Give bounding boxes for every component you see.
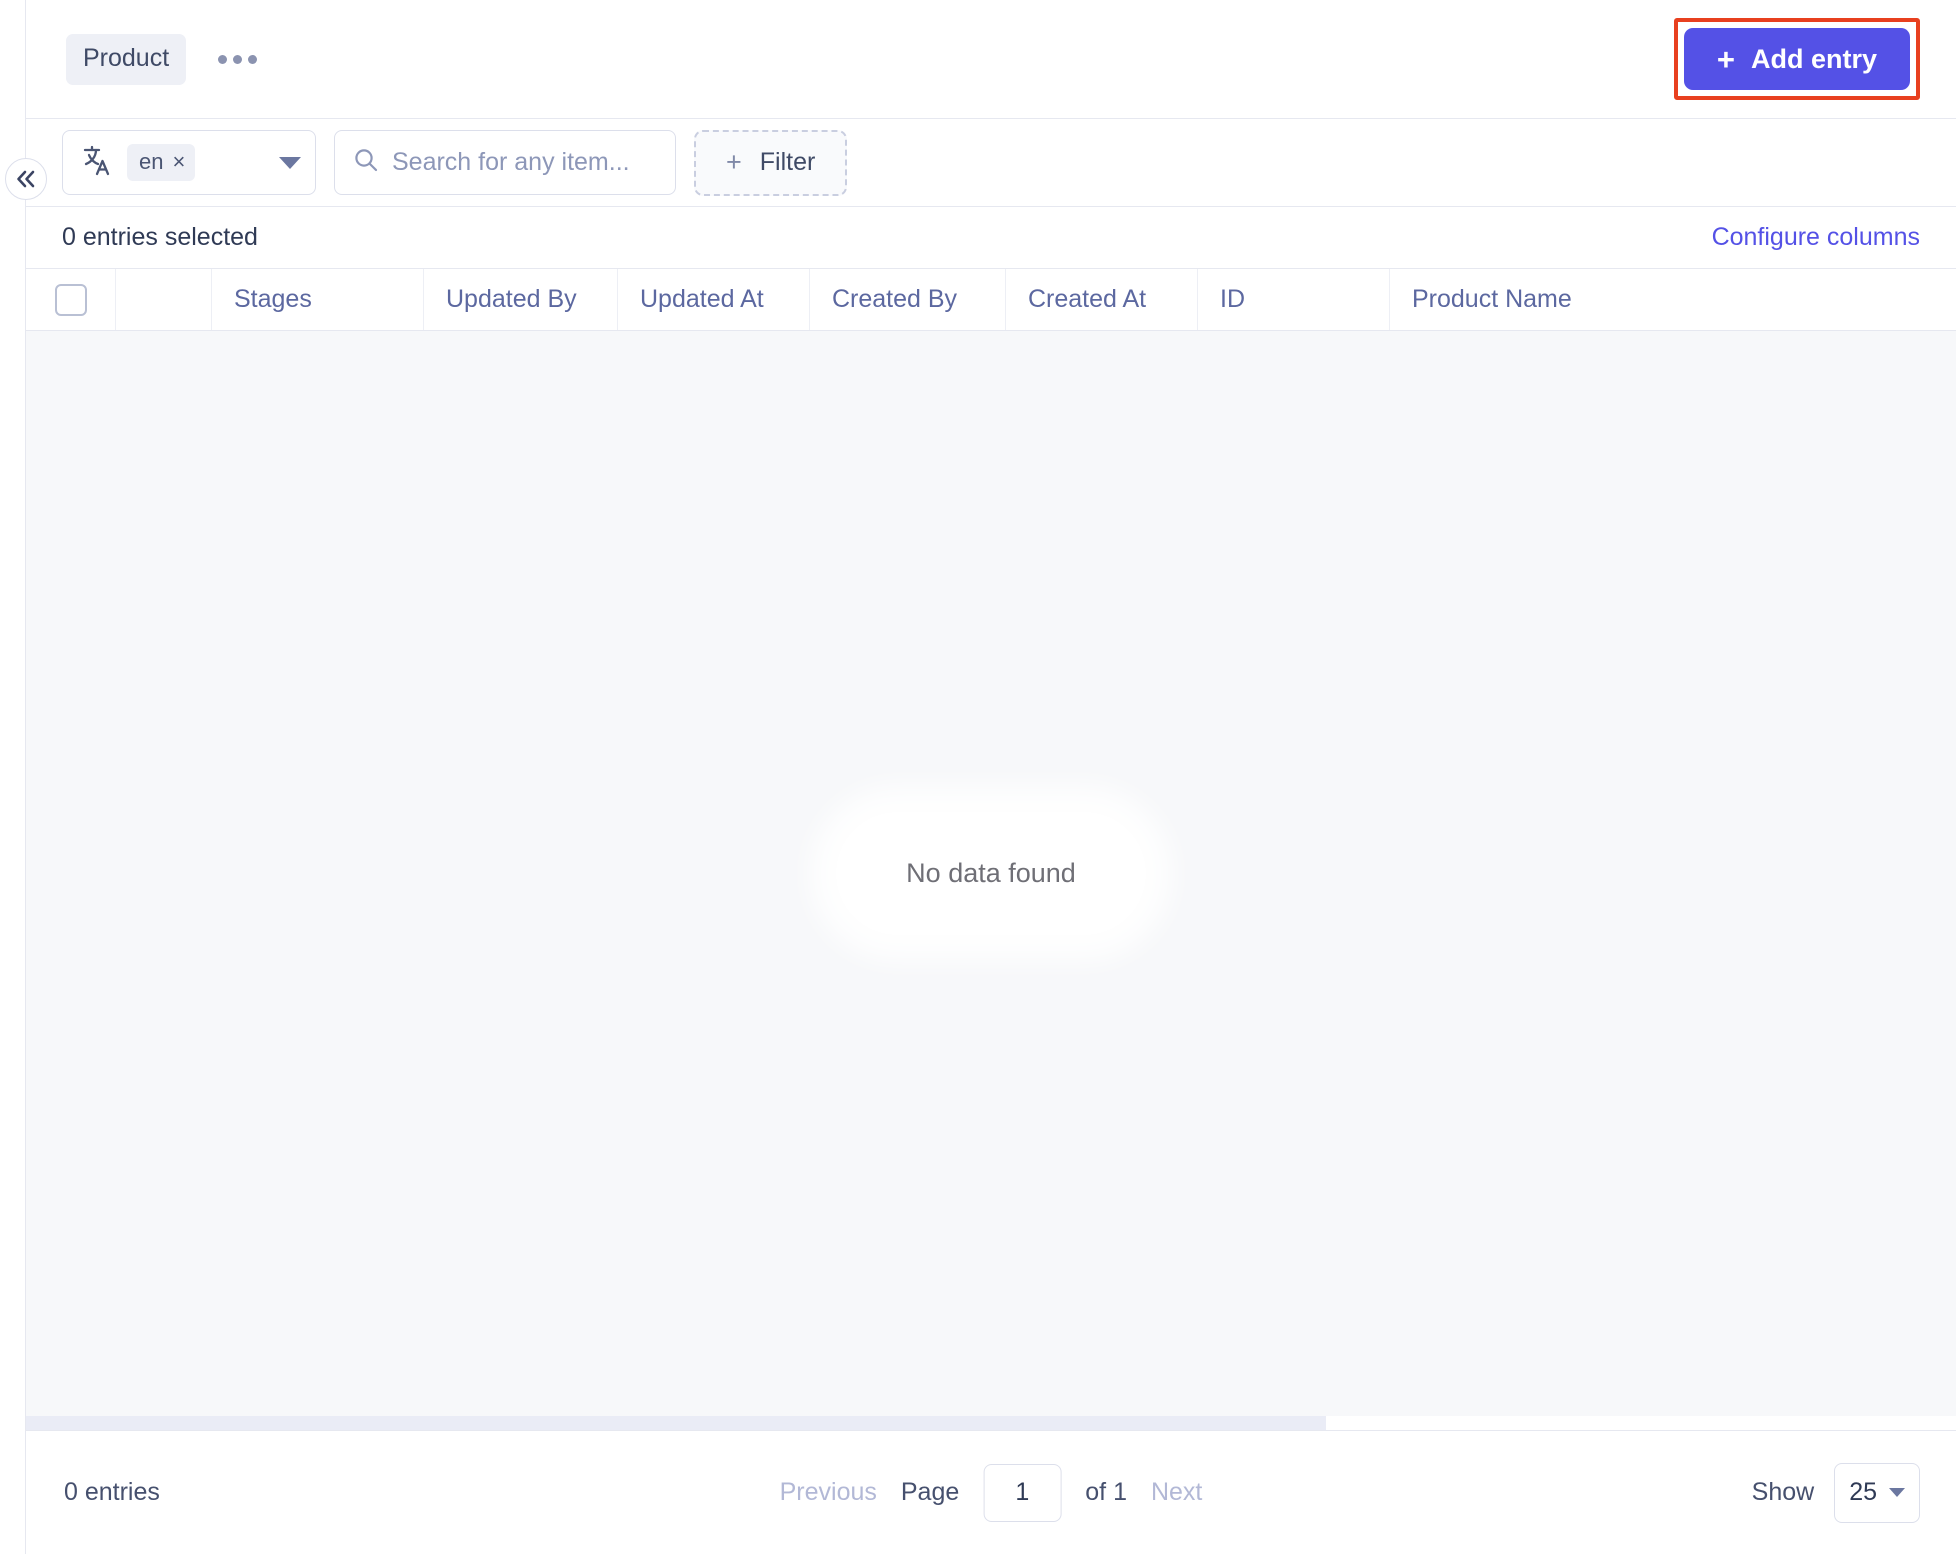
chevron-down-icon[interactable] xyxy=(279,156,301,169)
empty-state-message: No data found xyxy=(836,812,1146,935)
page-size-value: 25 xyxy=(1849,1478,1877,1506)
entries-selected-label: 0 entries selected xyxy=(62,223,258,251)
search-input[interactable] xyxy=(392,148,657,177)
filter-label: Filter xyxy=(759,148,816,176)
table-header-created-at[interactable]: Created At xyxy=(1006,269,1198,330)
ellipsis-dot xyxy=(233,54,243,64)
table-header-select-all[interactable] xyxy=(26,269,116,330)
page-size-select[interactable]: 25 xyxy=(1834,1462,1920,1523)
entry-manager-page: Product + Add entry en × Search for any … xyxy=(0,0,1956,1554)
page-header: Product + Add entry xyxy=(26,0,1956,119)
selection-bar: 0 entries selected Configure columns xyxy=(26,207,1956,268)
horizontal-scrollbar[interactable] xyxy=(26,1416,1956,1430)
table-header-id[interactable]: ID xyxy=(1198,269,1390,330)
translate-icon xyxy=(81,143,115,182)
close-icon[interactable]: × xyxy=(172,151,185,173)
add-entry-label: Add entry xyxy=(1750,43,1877,74)
add-entry-button[interactable]: + Add entry xyxy=(1683,28,1910,90)
ellipsis-dot xyxy=(218,54,228,64)
filters-toolbar: en × + Filter xyxy=(26,119,1956,207)
page-size-group: Show 25 xyxy=(1751,1462,1920,1523)
table-header-product-name[interactable]: Product Name xyxy=(1390,269,1650,330)
previous-page-button[interactable]: Previous xyxy=(780,1478,877,1507)
ellipsis-icon[interactable] xyxy=(212,45,263,74)
header-actions: + Add entry xyxy=(1673,18,1920,100)
page-label: Page xyxy=(900,1478,960,1506)
entries-total-label: 0 entries xyxy=(64,1478,160,1506)
sidebar-divider xyxy=(25,0,26,1554)
next-page-button[interactable]: Next xyxy=(1151,1478,1202,1507)
locale-chip-label: en xyxy=(139,149,164,174)
page-number-input[interactable] xyxy=(983,1463,1062,1522)
chevron-double-left-icon xyxy=(13,168,39,190)
annotation-highlight: + Add entry xyxy=(1673,18,1920,100)
table-header-spacer xyxy=(116,269,212,330)
locale-chip-en[interactable]: en × xyxy=(127,144,196,181)
chevron-down-icon xyxy=(1889,1488,1905,1497)
table-footer: 0 entries Previous Page of 1 Next Show 2… xyxy=(26,1430,1956,1554)
table-header-updated-by[interactable]: Updated By xyxy=(424,269,618,330)
plus-icon: + xyxy=(726,147,742,177)
table-header-updated-at[interactable]: Updated At xyxy=(618,269,810,330)
table-header-created-by[interactable]: Created By xyxy=(810,269,1006,330)
plus-icon: + xyxy=(1716,41,1735,77)
pagination-controls: Previous Page of 1 Next xyxy=(780,1463,1202,1522)
table-body: No data found xyxy=(26,331,1956,1416)
table-header-row: Stages Updated By Updated At Created By … xyxy=(26,268,1956,331)
search-icon xyxy=(353,147,379,178)
ellipsis-dot xyxy=(248,54,258,64)
entries-table: Stages Updated By Updated At Created By … xyxy=(26,268,1956,1430)
horizontal-scrollbar-thumb[interactable] xyxy=(26,1416,1326,1430)
table-header-stages[interactable]: Stages xyxy=(212,269,424,330)
add-filter-button[interactable]: + Filter xyxy=(694,129,848,196)
locale-selector[interactable]: en × xyxy=(62,130,316,195)
select-all-checkbox[interactable] xyxy=(54,283,87,316)
show-label: Show xyxy=(1751,1478,1815,1506)
breadcrumb-item-product[interactable]: Product xyxy=(66,33,187,85)
configure-columns-link[interactable]: Configure columns xyxy=(1712,223,1920,252)
search-box[interactable] xyxy=(334,130,676,195)
collapse-sidebar-button[interactable] xyxy=(5,158,47,200)
breadcrumb: Product xyxy=(66,33,263,85)
total-pages-label: of 1 xyxy=(1085,1478,1127,1506)
